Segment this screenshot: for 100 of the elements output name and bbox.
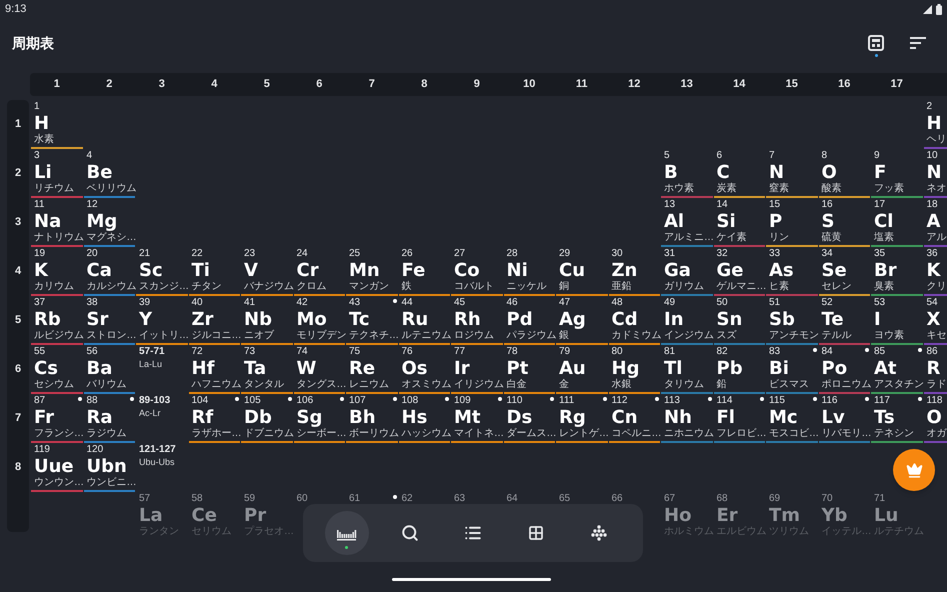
element-symbol[interactable]: A (926, 211, 947, 232)
element-symbol[interactable]: Co (454, 260, 502, 281)
element-symbol[interactable]: Y (139, 309, 188, 330)
element-symbol[interactable]: Fe (402, 260, 450, 281)
element-symbol[interactable]: Re (349, 358, 398, 379)
element-symbol[interactable]: Lv (822, 407, 870, 428)
premium-button[interactable] (893, 449, 935, 491)
element-symbol[interactable]: C (716, 162, 765, 183)
element-symbol[interactable]: Os (402, 358, 450, 379)
element-symbol[interactable]: Lu (874, 505, 922, 526)
element-symbol[interactable]: Rh (454, 309, 502, 330)
element-symbol[interactable]: Sg (296, 407, 345, 428)
element-symbol[interactable]: K (34, 260, 82, 281)
element-symbol[interactable]: Ag (559, 309, 608, 330)
element-symbol[interactable]: Ubn (86, 456, 135, 477)
element-symbol[interactable]: K (926, 260, 947, 281)
element-symbol[interactable]: H (926, 113, 947, 134)
element-symbol[interactable]: Mn (349, 260, 398, 281)
element-symbol[interactable]: Tl (664, 358, 712, 379)
element-symbol[interactable]: N (926, 162, 947, 183)
element-symbol[interactable]: Ge (716, 260, 765, 281)
element-symbol[interactable]: Be (86, 162, 135, 183)
element-symbol[interactable]: Uue (34, 456, 82, 477)
element-symbol[interactable]: O (926, 407, 947, 428)
range-numbers[interactable]: 89-103 (139, 395, 188, 407)
element-symbol[interactable]: Bi (769, 358, 818, 379)
range-symbols[interactable]: Ubu-Ubs (139, 456, 188, 468)
element-symbol[interactable]: Pd (506, 309, 555, 330)
element-symbol[interactable]: Db (244, 407, 292, 428)
element-symbol[interactable]: Hf (192, 358, 240, 379)
element-symbol[interactable]: Sr (86, 309, 135, 330)
table-layout-icon[interactable] (868, 35, 884, 51)
element-symbol[interactable]: Ts (874, 407, 922, 428)
element-symbol[interactable]: Na (34, 211, 82, 232)
element-symbol[interactable]: Ga (664, 260, 712, 281)
range-numbers[interactable]: 121-127 (139, 444, 188, 456)
range-numbers[interactable]: 57-71 (139, 346, 188, 358)
element-symbol[interactable]: Br (874, 260, 922, 281)
element-symbol[interactable]: Pt (506, 358, 555, 379)
element-symbol[interactable]: Tc (349, 309, 398, 330)
element-symbol[interactable]: Ru (402, 309, 450, 330)
element-symbol[interactable]: Ce (192, 505, 240, 526)
element-symbol[interactable]: F (874, 162, 922, 183)
element-symbol[interactable]: Yb (822, 505, 870, 526)
element-symbol[interactable]: Cu (559, 260, 608, 281)
element-symbol[interactable]: Cs (34, 358, 82, 379)
element-symbol[interactable]: Pr (244, 505, 292, 526)
element-symbol[interactable]: I (874, 309, 922, 330)
element-symbol[interactable]: Bh (349, 407, 398, 428)
element-symbol[interactable]: Mt (454, 407, 502, 428)
element-symbol[interactable]: Zn (612, 260, 660, 281)
element-symbol[interactable]: Rf (192, 407, 240, 428)
element-symbol[interactable]: Mo (296, 309, 345, 330)
element-symbol[interactable]: W (296, 358, 345, 379)
element-symbol[interactable]: Ds (506, 407, 555, 428)
element-symbol[interactable]: Ti (192, 260, 240, 281)
element-symbol[interactable]: Au (559, 358, 608, 379)
element-symbol[interactable]: La (139, 505, 188, 526)
element-symbol[interactable]: Ca (86, 260, 135, 281)
element-symbol[interactable]: O (822, 162, 870, 183)
element-symbol[interactable]: V (244, 260, 292, 281)
element-symbol[interactable]: Ra (86, 407, 135, 428)
element-symbol[interactable]: Cn (612, 407, 660, 428)
element-symbol[interactable]: As (769, 260, 818, 281)
element-symbol[interactable]: Sc (139, 260, 188, 281)
element-symbol[interactable]: S (822, 211, 870, 232)
element-symbol[interactable]: Cr (296, 260, 345, 281)
range-symbols[interactable]: Ac-Lr (139, 407, 188, 419)
element-symbol[interactable]: Ta (244, 358, 292, 379)
nav-tab[interactable] (324, 511, 369, 555)
element-symbol[interactable]: Mc (769, 407, 818, 428)
element-symbol[interactable]: Ho (664, 505, 712, 526)
element-symbol[interactable]: Rg (559, 407, 608, 428)
element-symbol[interactable]: Hg (612, 358, 660, 379)
element-symbol[interactable]: Cl (874, 211, 922, 232)
element-symbol[interactable]: Zr (192, 309, 240, 330)
element-symbol[interactable]: At (874, 358, 922, 379)
element-symbol[interactable]: Li (34, 162, 82, 183)
element-symbol[interactable]: Rb (34, 309, 82, 330)
element-symbol[interactable]: Si (716, 211, 765, 232)
element-symbol[interactable]: Tm (769, 505, 818, 526)
element-symbol[interactable]: B (664, 162, 712, 183)
element-symbol[interactable]: Ba (86, 358, 135, 379)
element-symbol[interactable]: Mg (86, 211, 135, 232)
element-symbol[interactable]: Se (822, 260, 870, 281)
element-symbol[interactable]: Fr (34, 407, 82, 428)
element-symbol[interactable]: P (769, 211, 818, 232)
element-symbol[interactable]: Nb (244, 309, 292, 330)
element-symbol[interactable]: Hs (402, 407, 450, 428)
element-symbol[interactable]: Ir (454, 358, 502, 379)
element-symbol[interactable]: Nh (664, 407, 712, 428)
element-symbol[interactable]: Sb (769, 309, 818, 330)
element-symbol[interactable]: Fl (716, 407, 765, 428)
element-symbol[interactable]: R (926, 358, 947, 379)
element-symbol[interactable]: Pb (716, 358, 765, 379)
element-symbol[interactable]: Cd (612, 309, 660, 330)
element-symbol[interactable]: Po (822, 358, 870, 379)
element-symbol[interactable]: H (34, 113, 82, 134)
range-symbols[interactable]: La-Lu (139, 358, 188, 370)
element-symbol[interactable]: N (769, 162, 818, 183)
